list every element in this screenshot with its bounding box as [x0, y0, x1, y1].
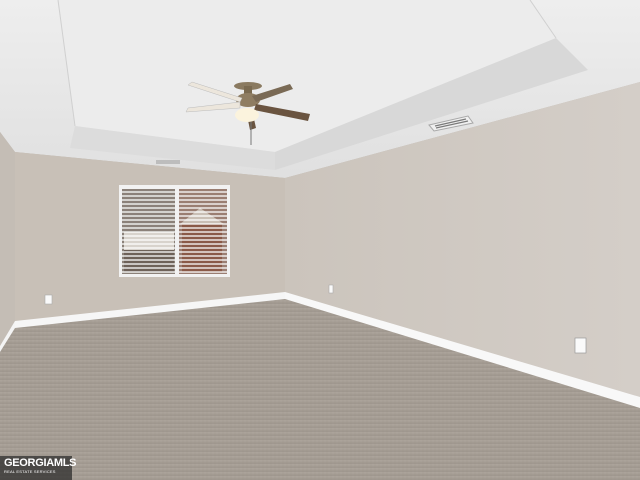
tray-vent: [156, 160, 180, 164]
mls-watermark: GEORGIAMLS REAL ESTATE SERVICES: [0, 456, 77, 480]
outlet-right-wall: [574, 337, 587, 354]
room-photo: [0, 0, 640, 480]
left-wall: [0, 132, 15, 350]
window-blinds: [122, 191, 227, 273]
outlet-back-wall-right: [328, 284, 334, 294]
window: [119, 185, 230, 277]
watermark-brand: GEORGIAMLS: [4, 457, 77, 469]
watermark-subtitle: REAL ESTATE SERVICES: [4, 469, 56, 474]
outlet-back-wall: [44, 294, 53, 305]
